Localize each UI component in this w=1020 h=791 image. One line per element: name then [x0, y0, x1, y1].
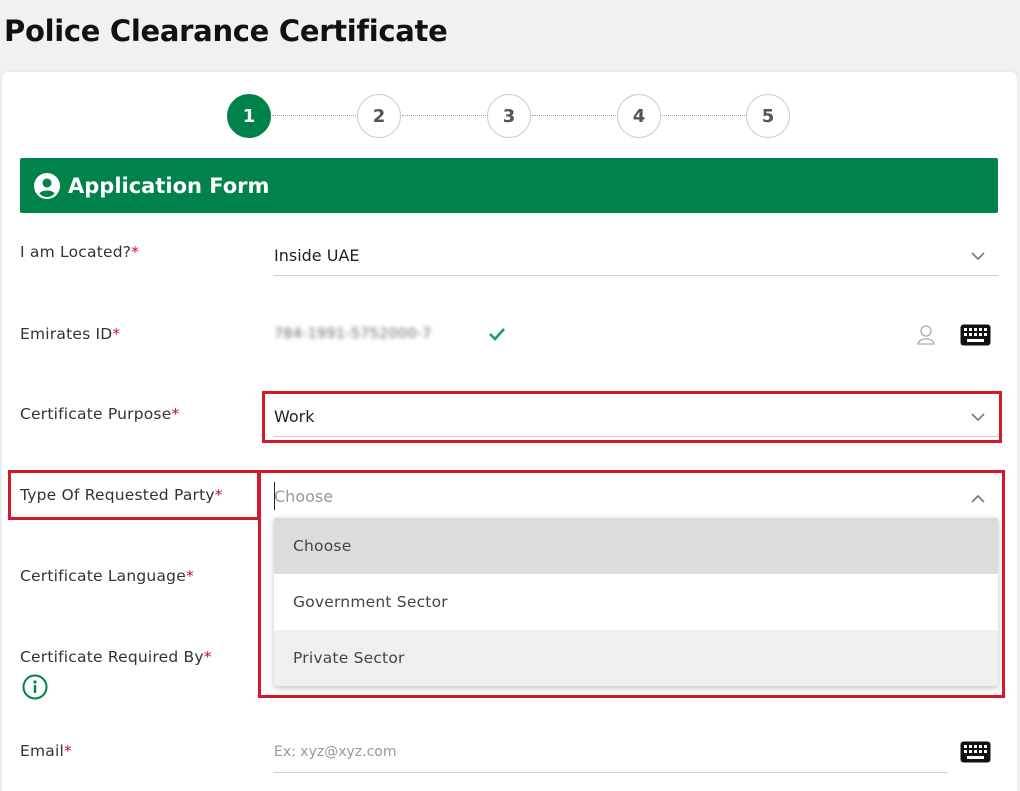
emirates-id-label: Emirates ID*: [20, 325, 120, 343]
section-title: Application Form: [68, 173, 270, 198]
located-select[interactable]: Inside UAE: [274, 236, 998, 276]
emirates-id-value[interactable]: 784-1991-5752000-7: [274, 326, 432, 342]
step-5[interactable]: 5: [746, 94, 790, 138]
located-value: Inside UAE: [274, 246, 360, 265]
required-marker: *: [131, 243, 140, 261]
required-by-label: Certificate Required By*: [20, 648, 212, 666]
required-marker: *: [185, 567, 194, 585]
purpose-label-text: Certificate Purpose: [20, 405, 172, 423]
step-3[interactable]: 3: [487, 94, 531, 138]
highlight-box: [8, 470, 260, 520]
step-connector: [402, 115, 486, 116]
required-marker: *: [171, 405, 180, 423]
step-2[interactable]: 2: [357, 94, 401, 138]
located-label-text: I am Located?: [20, 243, 132, 261]
stepper: 1 2 3 4 5: [0, 94, 1020, 138]
language-label: Certificate Language*: [20, 567, 194, 585]
email-label: Email*: [20, 742, 72, 760]
highlight-box: [262, 391, 1002, 443]
email-placeholder: Ex: xyz@xyz.com: [274, 744, 397, 760]
required-marker: *: [203, 648, 212, 666]
email-input[interactable]: Ex: xyz@xyz.com: [274, 733, 948, 773]
step-connector: [662, 115, 745, 116]
emirates-id-label-text: Emirates ID: [20, 325, 113, 343]
required-marker: *: [64, 742, 72, 760]
step-connector: [532, 115, 616, 116]
user-circle-icon: [34, 172, 60, 199]
highlight-box: [258, 470, 1005, 698]
required-by-label-text: Certificate Required By: [20, 648, 204, 666]
person-icon[interactable]: [915, 323, 937, 345]
chevron-down-icon: [971, 252, 985, 261]
page-title: Police Clearance Certificate: [4, 14, 448, 48]
keyboard-icon[interactable]: [960, 741, 991, 763]
located-label: I am Located?*: [20, 243, 139, 261]
email-label-text: Email: [20, 742, 65, 760]
language-label-text: Certificate Language: [20, 567, 186, 585]
section-header: Application Form: [20, 158, 998, 213]
step-4[interactable]: 4: [617, 94, 661, 138]
check-icon: [489, 328, 505, 341]
step-1[interactable]: 1: [227, 94, 271, 138]
step-connector: [272, 115, 356, 116]
purpose-label: Certificate Purpose*: [20, 405, 179, 423]
keyboard-icon[interactable]: [960, 324, 991, 346]
required-marker: *: [112, 325, 121, 343]
info-icon[interactable]: [22, 674, 48, 700]
